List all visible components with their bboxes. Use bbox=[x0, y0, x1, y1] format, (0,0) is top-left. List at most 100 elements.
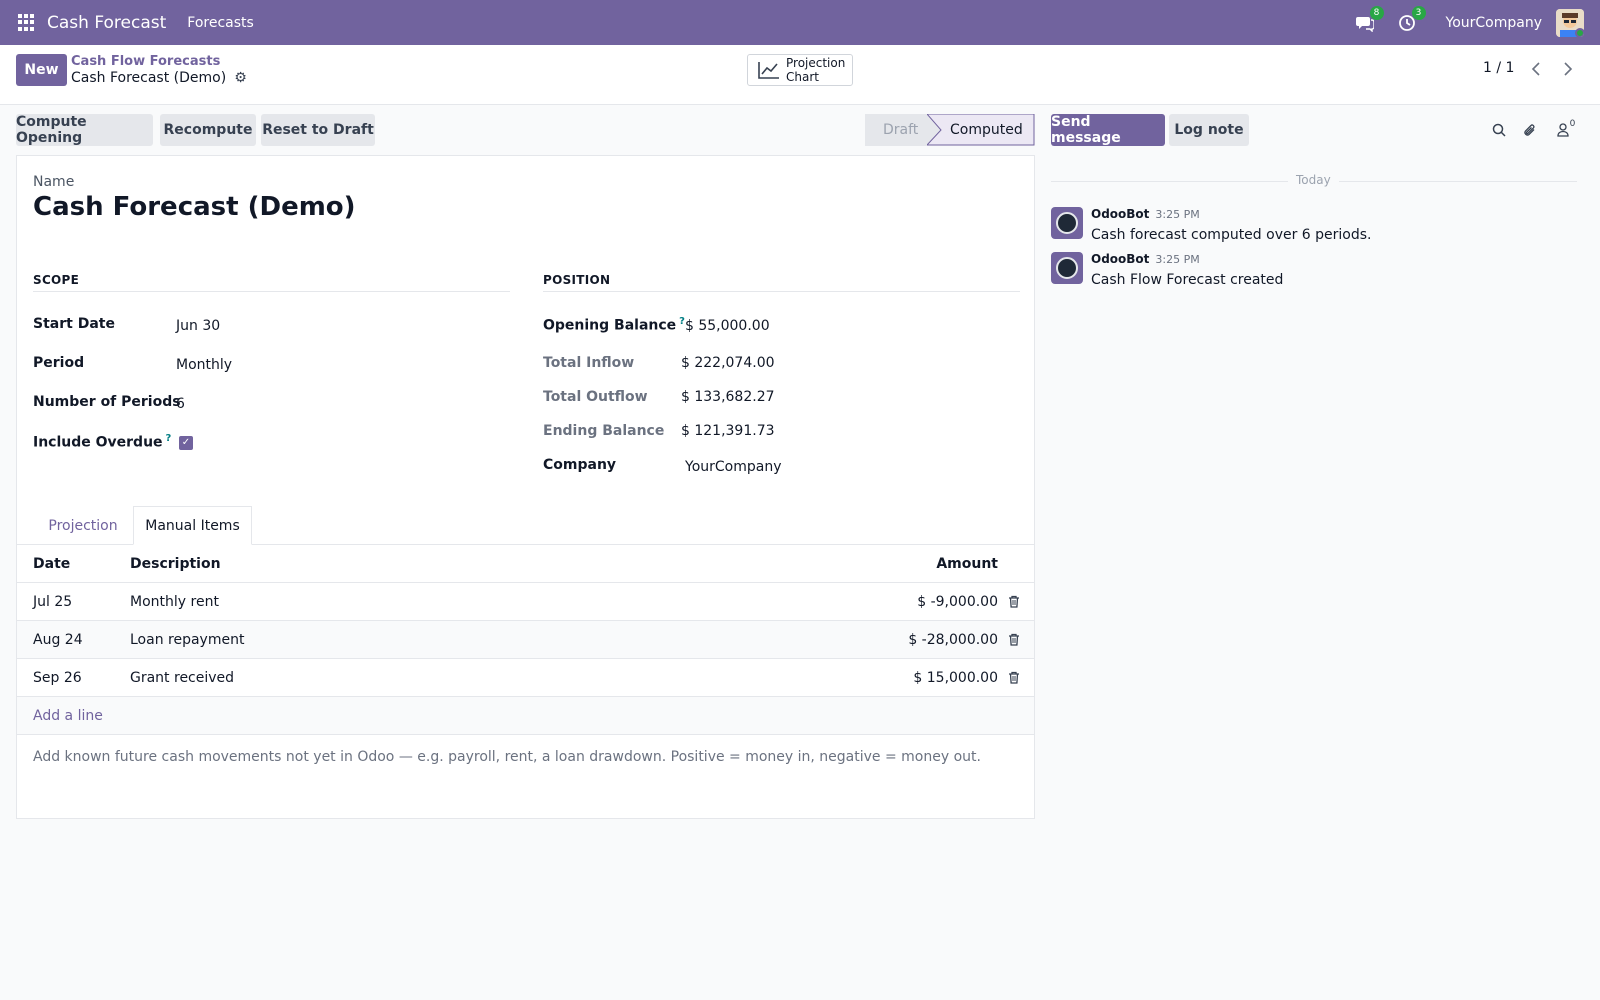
row-description: Grant received bbox=[130, 669, 235, 686]
systray: 8 3 YourCompany bbox=[1354, 0, 1600, 45]
form-sheet: Name Cash Forecast (Demo) SCOPE Start Da… bbox=[16, 155, 1035, 819]
include-overdue-label: Include Overdue? bbox=[33, 433, 171, 451]
message-author-name[interactable]: OdooBot bbox=[1091, 252, 1149, 266]
control-panel: New Cash Flow Forecasts Cash Forecast (D… bbox=[0, 45, 1600, 105]
table-header: Date Description Amount bbox=[17, 546, 1034, 583]
projection-chart-label-line1: Projection bbox=[786, 56, 846, 70]
company-field[interactable]: YourCompany bbox=[685, 459, 782, 475]
ending-balance-value: $ 121,391.73 bbox=[681, 423, 775, 439]
record-name-field[interactable]: Cash Forecast (Demo) bbox=[33, 192, 356, 222]
name-label: Name bbox=[33, 174, 75, 190]
add-line-link[interactable]: Add a line bbox=[33, 697, 103, 734]
column-date[interactable]: Date bbox=[33, 546, 70, 582]
message-time: 3:25 PM bbox=[1155, 208, 1200, 221]
log-note-button[interactable]: Log note bbox=[1169, 114, 1249, 146]
row-amount: $ -9,000.00 bbox=[917, 593, 998, 610]
row-date: Jul 25 bbox=[33, 593, 73, 610]
breadcrumb-current-label: Cash Forecast (Demo) bbox=[71, 70, 227, 86]
stage-computed-label: Computed bbox=[950, 122, 1023, 138]
user-icon bbox=[1556, 123, 1569, 137]
menu-forecasts[interactable]: Forecasts bbox=[187, 15, 254, 31]
app-name[interactable]: Cash Forecast bbox=[47, 13, 166, 33]
robot-face-icon bbox=[1056, 212, 1078, 234]
row-amount: $ -28,000.00 bbox=[908, 631, 998, 648]
table-row[interactable]: Sep 26 Grant received $ 15,000.00 bbox=[17, 659, 1034, 697]
top-navbar: Cash Forecast Forecasts 8 3 YourCompany bbox=[0, 0, 1600, 45]
include-overdue-checkbox[interactable]: ✓ bbox=[179, 436, 193, 450]
period-label: Period bbox=[33, 355, 85, 371]
apps-menu-icon[interactable] bbox=[18, 13, 36, 32]
online-status-dot bbox=[1575, 27, 1584, 37]
table-row[interactable]: Jul 25 Monthly rent $ -9,000.00 bbox=[17, 583, 1034, 621]
chevron-right-icon bbox=[1564, 62, 1573, 76]
scope-group-title: SCOPE bbox=[33, 273, 510, 292]
stage-draft-label: Draft bbox=[883, 122, 919, 138]
pager-next-button[interactable] bbox=[1553, 54, 1583, 84]
opening-balance-field[interactable]: $ 55,000.00 bbox=[685, 318, 770, 334]
recompute-button[interactable]: Recompute bbox=[160, 114, 256, 146]
date-separator-label: Today bbox=[1288, 173, 1339, 187]
messages-badge: 8 bbox=[1369, 5, 1384, 20]
row-date: Sep 26 bbox=[33, 669, 82, 686]
manual-items-note: Add known future cash movements not yet … bbox=[33, 749, 981, 765]
company-label: Company bbox=[543, 457, 617, 473]
company-switcher[interactable]: YourCompany bbox=[1446, 15, 1543, 31]
row-description: Monthly rent bbox=[130, 593, 219, 610]
add-line-row: Add a line bbox=[17, 697, 1034, 735]
search-icon[interactable] bbox=[1487, 118, 1511, 142]
trash-icon[interactable] bbox=[1008, 583, 1020, 620]
user-avatar[interactable] bbox=[1556, 8, 1584, 37]
send-message-button[interactable]: Send message bbox=[1051, 114, 1165, 146]
message-author-name[interactable]: OdooBot bbox=[1091, 207, 1149, 221]
odoobot-avatar[interactable] bbox=[1051, 207, 1083, 239]
message-body: Cash forecast computed over 6 periods. bbox=[1091, 227, 1372, 243]
breadcrumb-parent[interactable]: Cash Flow Forecasts bbox=[71, 54, 220, 69]
number-of-periods-label: Number of Periods bbox=[33, 394, 181, 410]
pager-previous-button[interactable] bbox=[1521, 54, 1551, 84]
number-of-periods-field[interactable]: 6 bbox=[176, 396, 185, 412]
row-description: Loan repayment bbox=[130, 631, 245, 648]
pager-value[interactable]: 1 / 1 bbox=[1483, 60, 1514, 76]
tab-projection[interactable]: Projection bbox=[33, 506, 133, 545]
include-overdue-label-text: Include Overdue bbox=[33, 434, 163, 451]
reset-to-draft-button[interactable]: Reset to Draft bbox=[261, 114, 375, 146]
start-date-label: Start Date bbox=[33, 316, 115, 332]
followers-button[interactable]: 0 bbox=[1551, 118, 1581, 142]
message-author: OdooBot 3:25 PM bbox=[1091, 252, 1200, 266]
include-overdue-help-icon[interactable]: ? bbox=[166, 433, 172, 444]
message-time: 3:25 PM bbox=[1155, 253, 1200, 266]
tab-manual-items[interactable]: Manual Items bbox=[133, 506, 252, 545]
projection-chart-button[interactable]: Projection Chart bbox=[747, 54, 853, 86]
robot-face-icon bbox=[1056, 257, 1078, 279]
total-inflow-value: $ 222,074.00 bbox=[681, 355, 775, 371]
column-amount[interactable]: Amount bbox=[936, 546, 998, 582]
new-button[interactable]: New bbox=[16, 54, 67, 86]
chatter-message: OdooBot 3:25 PM Cash forecast computed ov… bbox=[1051, 207, 1591, 247]
trash-icon[interactable] bbox=[1008, 621, 1020, 658]
line-chart-icon bbox=[758, 62, 779, 79]
activities-systray[interactable]: 3 bbox=[1396, 5, 1426, 34]
followers-count: 0 bbox=[1569, 119, 1576, 129]
column-description[interactable]: Description bbox=[130, 546, 221, 582]
paperclip-icon[interactable] bbox=[1518, 118, 1542, 142]
row-amount: $ 15,000.00 bbox=[913, 669, 998, 686]
trash-icon[interactable] bbox=[1008, 659, 1020, 696]
notebook-tabs: Projection Manual Items bbox=[17, 506, 1034, 545]
chatter-message: OdooBot 3:25 PM Cash Flow Forecast create… bbox=[1051, 252, 1591, 292]
messages-systray[interactable]: 8 bbox=[1354, 5, 1384, 34]
table-row[interactable]: Aug 24 Loan repayment $ -28,000.00 bbox=[17, 621, 1034, 659]
start-date-field[interactable]: Jun 30 bbox=[176, 318, 220, 334]
ending-balance-label: Ending Balance bbox=[543, 423, 665, 439]
row-date: Aug 24 bbox=[33, 631, 83, 648]
message-body: Cash Flow Forecast created bbox=[1091, 272, 1284, 288]
breadcrumb-current: Cash Forecast (Demo) ⚙ bbox=[71, 70, 247, 86]
chevron-left-icon bbox=[1531, 62, 1540, 76]
period-field[interactable]: Monthly bbox=[176, 357, 232, 373]
gear-icon[interactable]: ⚙ bbox=[234, 70, 247, 86]
odoobot-avatar[interactable] bbox=[1051, 252, 1083, 284]
projection-chart-label: Projection Chart bbox=[786, 56, 845, 84]
manual-items-table: Date Description Amount Jul 25 Monthly r… bbox=[17, 546, 1034, 735]
total-inflow-label: Total Inflow bbox=[543, 355, 635, 371]
projection-chart-label-line2: Chart bbox=[786, 70, 819, 84]
compute-opening-button[interactable]: Compute Opening bbox=[16, 114, 153, 146]
